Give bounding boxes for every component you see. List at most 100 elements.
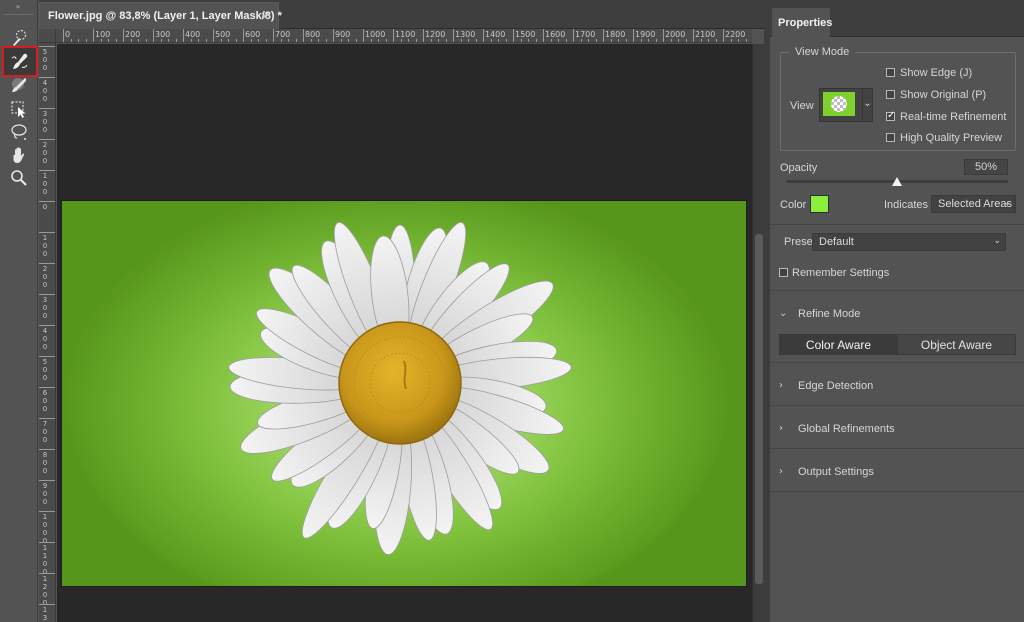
ruler-minor-tick (175, 39, 177, 42)
view-mode-thumbnail[interactable] (819, 88, 863, 122)
flower-photo (62, 201, 746, 586)
ruler-minor-tick (490, 39, 492, 42)
ruler-minor-tick (340, 39, 342, 42)
vertical-scrollbar[interactable] (752, 44, 764, 622)
ruler-label: 400 (185, 30, 201, 39)
ruler-minor-tick (595, 39, 597, 42)
hand-tool[interactable] (7, 144, 31, 166)
brush-tool[interactable] (7, 74, 31, 96)
ruler-tick (483, 29, 484, 42)
view-mode-legend: View Mode (789, 46, 856, 58)
realtime-refinement-checkbox[interactable] (886, 110, 895, 121)
hand-icon (13, 147, 25, 163)
show-edge-checkbox[interactable] (886, 68, 895, 77)
ruler-label: 1000 (42, 513, 48, 545)
refine-mode-toggle: Color Aware Object Aware (779, 334, 1016, 355)
ruler-tick (39, 449, 55, 450)
ruler-minor-tick (85, 39, 87, 42)
horizontal-ruler[interactable]: 0 100 200 300 400 500 600 700 800 900 1000 1100 1200… (56, 29, 752, 43)
ruler-minor-tick (528, 39, 529, 42)
show-edge-label: Show Edge (J) (900, 67, 973, 79)
panel-tab-bar: Properties (770, 0, 1024, 37)
ruler-label: 400 (42, 79, 48, 103)
opacity-slider-thumb[interactable] (892, 177, 902, 186)
global-refinements-header[interactable]: › Global Refinements (770, 420, 1024, 440)
ruler-label: 700 (42, 420, 48, 444)
ruler-tick (39, 232, 55, 233)
ruler-origin[interactable] (39, 29, 56, 43)
ruler-minor-tick (438, 39, 439, 42)
ruler-minor-tick (430, 39, 432, 42)
ruler-minor-tick (385, 39, 387, 42)
close-icon[interactable]: × (260, 9, 270, 23)
vertical-ruler[interactable]: 500 400 300 200 100 0 100 200 300 400 500 600 700 800… (39, 43, 56, 622)
ruler-label: 800 (42, 451, 48, 475)
zoom-icon (11, 170, 27, 186)
ruler-label: 1800 (605, 30, 626, 39)
ruler-tick (213, 29, 214, 42)
ruler-minor-tick (648, 39, 649, 42)
ruler-minor-tick (670, 39, 672, 42)
view-mode-dropdown-icon[interactable]: ⌄ (863, 88, 873, 122)
ruler-minor-tick (295, 39, 297, 42)
canvas-area[interactable] (57, 44, 752, 622)
chevron-down-icon: ⌄ (1003, 198, 1011, 208)
ruler-label: 1100 (395, 30, 416, 39)
ruler-minor-tick (618, 39, 619, 42)
ruler-label: 900 (42, 482, 48, 506)
ruler-minor-tick (78, 39, 79, 42)
opacity-input[interactable]: 50% (964, 159, 1008, 175)
ruler-label: 1200 (42, 575, 48, 607)
show-original-checkbox[interactable] (886, 90, 895, 99)
ruler-tick (123, 29, 124, 42)
refine-edge-brush-icon (11, 53, 28, 69)
ruler-minor-tick (738, 39, 739, 42)
view-mode-group: View Mode View ⌄ Show Edge (J) Show Orig… (780, 46, 1016, 151)
divider (770, 224, 1024, 225)
tools-panel: » (0, 0, 38, 622)
view-preview-icon (823, 92, 855, 116)
ruler-label: 400 (42, 327, 48, 351)
object-aware-button[interactable]: Object Aware (897, 335, 1015, 354)
object-selection-tool[interactable] (7, 98, 31, 120)
ruler-minor-tick (400, 39, 402, 42)
ruler-minor-tick (235, 39, 237, 42)
ruler-minor-tick (108, 39, 109, 42)
ruler-tick (39, 387, 55, 388)
indicates-select[interactable]: Selected Areas ⌄ (931, 195, 1016, 213)
ruler-minor-tick (580, 39, 582, 42)
refine-mode-header[interactable]: ⌄ Refine Mode (770, 305, 1024, 325)
scrollbar-thumb[interactable] (755, 234, 763, 584)
lasso-tool[interactable] (7, 121, 31, 143)
ruler-tick (93, 29, 94, 42)
ruler-label: 500 (42, 48, 48, 72)
ruler-minor-tick (355, 39, 357, 42)
ruler-minor-tick (520, 39, 522, 42)
ruler-minor-tick (160, 39, 162, 42)
ruler-tick (723, 29, 724, 42)
ruler-minor-tick (700, 39, 702, 42)
collapse-toolbar-icon[interactable]: » (8, 3, 28, 11)
preset-select[interactable]: Default ⌄ (812, 233, 1006, 251)
ruler-label: 1500 (515, 30, 536, 39)
color-aware-button[interactable]: Color Aware (780, 335, 897, 354)
daisy-image (67, 201, 727, 586)
ruler-minor-tick (265, 39, 267, 42)
ruler-label: 200 (42, 265, 48, 289)
document-tab[interactable]: Flower.jpg @ 83,8% (Layer 1, Layer Mask/… (39, 2, 282, 29)
color-swatch[interactable] (810, 195, 829, 213)
ruler-minor-tick (190, 39, 192, 42)
refine-edge-brush-tool[interactable] (2, 46, 38, 77)
high-quality-preview-label: High Quality Preview (900, 132, 1003, 144)
ruler-minor-tick (730, 39, 732, 42)
ruler-minor-tick (310, 39, 312, 42)
output-settings-header[interactable]: › Output Settings (770, 463, 1024, 483)
tab-properties[interactable]: Properties (772, 8, 832, 37)
ruler-label: 1000 (365, 30, 386, 39)
ruler-tick (39, 201, 55, 202)
high-quality-preview-checkbox[interactable] (886, 133, 895, 142)
remember-settings-checkbox[interactable] (779, 268, 788, 277)
ruler-minor-tick (100, 39, 102, 42)
edge-detection-header[interactable]: › Edge Detection (770, 377, 1024, 397)
zoom-tool[interactable] (7, 167, 31, 189)
